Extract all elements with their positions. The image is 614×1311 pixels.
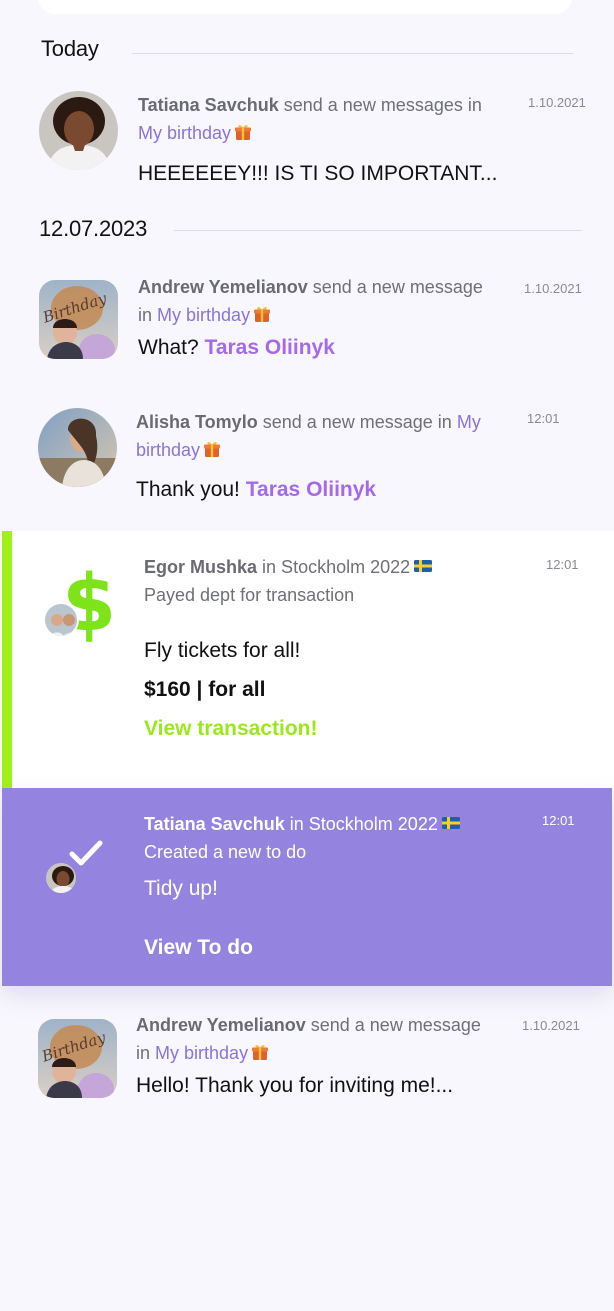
gift-icon [234, 123, 252, 141]
chat-link[interactable]: My birthday [155, 1043, 248, 1063]
gift-icon [253, 305, 271, 323]
author-name: Alisha Tomylo [136, 412, 258, 432]
section-divider [132, 53, 573, 54]
gift-icon [251, 1043, 269, 1061]
chat-link[interactable]: My birthday [157, 305, 250, 325]
message-text: Tidy up! [144, 877, 218, 900]
message-body: Thank you! [136, 478, 240, 501]
chat-link[interactable]: My birthday [138, 123, 231, 143]
timestamp: 1.10.2021 [528, 95, 586, 110]
sweden-flag-icon [442, 817, 460, 829]
author-name: Egor Mushka [144, 557, 258, 577]
mention-link[interactable]: Taras Oliinyk [205, 336, 335, 359]
action-text: in Stockholm 2022 [262, 557, 411, 577]
avatar [44, 861, 78, 895]
author-name: Andrew Yemelianov [138, 277, 308, 297]
message-text: HEEEEEEY!!! IS TI SO IMPORTANT... [138, 162, 498, 185]
timestamp: 1.10.2021 [524, 281, 582, 296]
mention-link[interactable]: Taras Oliinyk [246, 478, 376, 501]
view-todo-link[interactable]: View To do [144, 936, 253, 960]
avatar: Birthday [39, 280, 118, 359]
chat-link-part2[interactable]: birthday [136, 440, 200, 460]
avatar [43, 602, 79, 638]
timestamp: 12:01 [546, 557, 579, 572]
notification-item[interactable]: Birthday Andrew Yemelianov send a new me… [0, 272, 614, 372]
avatar [38, 408, 117, 487]
chat-prefix: in [136, 1043, 151, 1063]
timestamp: 1.10.2021 [522, 1018, 580, 1033]
amount-text: $160 | for all [144, 678, 266, 701]
avatar: Birthday [38, 1019, 117, 1098]
author-name: Tatiana Savchuk [138, 95, 279, 115]
action-text: send a new message in [262, 412, 452, 432]
timestamp: 12:01 [527, 411, 560, 426]
section-label-today: Today [41, 36, 99, 61]
message-body: What? [138, 336, 199, 359]
notification-meta: Tatiana Savchuk in Stockholm 2022 Create… [144, 810, 524, 866]
section-label-date: 12.07.2023 [39, 216, 148, 241]
notification-item[interactable]: Tatiana Savchuk send a new messages in M… [0, 88, 614, 198]
notification-item[interactable]: Alisha Tomylo send a new message in My b… [0, 406, 614, 516]
notification-item[interactable]: Birthday Andrew Yemelianov send a new me… [0, 1011, 614, 1111]
notification-meta: Tatiana Savchuk send a new messages in M… [138, 91, 518, 147]
action-text: send a new message [310, 1015, 481, 1035]
notification-meta: Egor Mushka in Stockholm 2022 Payed dept… [144, 553, 524, 609]
subtitle-text: Payed dept for transaction [144, 585, 355, 605]
section-today: Today [0, 36, 614, 66]
chat-link-part1[interactable]: My [457, 412, 481, 432]
section-date: 12.07.2023 [0, 216, 614, 246]
chat-prefix: in [138, 305, 153, 325]
notification-meta: Andrew Yemelianov send a new message in … [138, 273, 518, 329]
message-text: Hello! Thank you for inviting me!... [136, 1074, 454, 1097]
todo-card[interactable]: Tatiana Savchuk in Stockholm 2022 Create… [2, 788, 612, 986]
accent-bar [2, 531, 12, 788]
message-text: What? Taras Oliinyk [138, 336, 335, 360]
action-text: send a new message [312, 277, 483, 297]
notification-meta: Andrew Yemelianov send a new message in … [136, 1011, 516, 1067]
message-text: Thank you! Taras Oliinyk [136, 478, 376, 502]
avatar [39, 91, 118, 170]
checkmark-icon [69, 840, 103, 866]
author-name: Tatiana Savchuk [144, 814, 285, 834]
section-divider [174, 230, 582, 231]
author-name: Andrew Yemelianov [136, 1015, 306, 1035]
search-card [38, 0, 572, 14]
sweden-flag-icon [414, 560, 432, 572]
gift-icon [203, 440, 221, 458]
action-text: in Stockholm 2022 [289, 814, 438, 834]
timestamp: 12:01 [542, 813, 575, 828]
view-transaction-link[interactable]: View transaction! [144, 717, 318, 741]
message-text: Fly tickets for all! [144, 639, 301, 662]
subtitle-text: Created a new to do [144, 842, 307, 862]
action-text: send a new messages in [283, 95, 482, 115]
transaction-card[interactable]: $ Egor Mushka in Stockholm 2022 Payed de… [2, 531, 614, 788]
notification-meta: Alisha Tomylo send a new message in My b… [136, 408, 516, 464]
